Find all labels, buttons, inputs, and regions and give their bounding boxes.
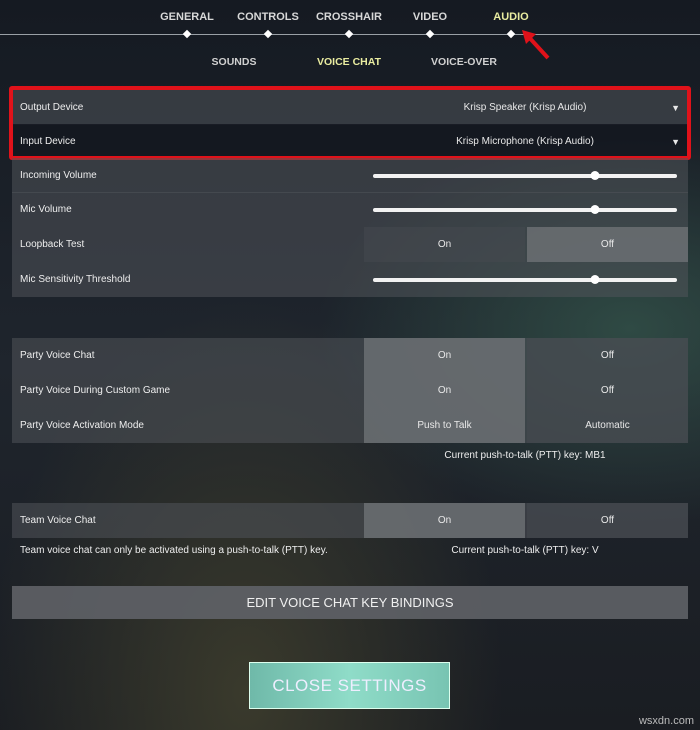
party-voice-chat-row: Party Voice Chat On Off <box>12 338 688 373</box>
automatic-button[interactable]: Automatic <box>527 408 688 443</box>
team-ptt-note: Current push-to-talk (PTT) key: V <box>451 545 599 556</box>
tab-marker <box>344 29 354 39</box>
party-custom-on-button[interactable]: On <box>364 373 525 408</box>
team-voice-note: Team voice chat can only be activated us… <box>20 545 328 556</box>
close-settings-button[interactable]: CLOSE SETTINGS <box>249 662 450 709</box>
tab-marker <box>425 29 435 39</box>
party-voice-off-button[interactable]: Off <box>527 338 688 373</box>
loopback-on-button[interactable]: On <box>364 227 525 262</box>
loopback-off-button[interactable]: Off <box>527 227 688 262</box>
mic-volume-slider[interactable] <box>373 204 677 214</box>
push-to-talk-button[interactable]: Push to Talk <box>364 408 525 443</box>
subtab-sounds[interactable]: SOUNDS <box>212 56 257 68</box>
team-voice-chat-row: Team Voice Chat On Off <box>12 503 688 538</box>
tab-controls[interactable]: CONTROLS <box>237 11 299 23</box>
incoming-volume-row: Incoming Volume <box>12 158 688 193</box>
party-voice-on-button[interactable]: On <box>364 338 525 373</box>
tab-video[interactable]: VIDEO <box>413 11 447 23</box>
incoming-volume-slider[interactable] <box>373 170 677 180</box>
tab-marker <box>182 29 192 39</box>
party-custom-off-button[interactable]: Off <box>527 373 688 408</box>
party-ptt-note: Current push-to-talk (PTT) key: MB1 <box>444 450 606 461</box>
loopback-row: Loopback Test On Off <box>12 227 688 262</box>
party-activation-label: Party Voice Activation Mode <box>20 420 144 431</box>
slider-thumb[interactable] <box>590 274 600 284</box>
subtab-voice-chat[interactable]: VOICE CHAT <box>317 56 381 68</box>
party-custom-game-label: Party Voice During Custom Game <box>20 385 171 396</box>
party-custom-game-row: Party Voice During Custom Game On Off <box>12 373 688 408</box>
team-voice-on-button[interactable]: On <box>364 503 525 538</box>
incoming-volume-label: Incoming Volume <box>20 170 97 181</box>
party-voice-chat-label: Party Voice Chat <box>20 350 95 361</box>
watermark: wsxdn.com <box>638 715 694 727</box>
highlight-box <box>9 86 691 160</box>
tab-general[interactable]: GENERAL <box>160 11 214 23</box>
mic-volume-label: Mic Volume <box>20 204 72 215</box>
tab-crosshair[interactable]: CROSSHAIR <box>316 11 382 23</box>
mic-volume-row: Mic Volume <box>12 192 688 227</box>
mic-sensitivity-slider[interactable] <box>373 274 677 284</box>
edit-key-bindings-button[interactable]: EDIT VOICE CHAT KEY BINDINGS <box>12 586 688 619</box>
party-activation-row: Party Voice Activation Mode Push to Talk… <box>12 408 688 443</box>
team-voice-off-button[interactable]: Off <box>527 503 688 538</box>
tab-marker <box>506 29 516 39</box>
loopback-label: Loopback Test <box>20 239 85 250</box>
mic-sensitivity-label: Mic Sensitivity Threshold <box>20 274 131 285</box>
subtab-voice-over[interactable]: VOICE-OVER <box>431 56 497 68</box>
team-voice-chat-label: Team Voice Chat <box>20 515 96 526</box>
tab-audio[interactable]: AUDIO <box>493 11 528 23</box>
tab-marker <box>263 29 273 39</box>
slider-thumb[interactable] <box>590 170 600 180</box>
red-arrow-icon <box>522 30 550 60</box>
mic-sensitivity-row: Mic Sensitivity Threshold <box>12 262 688 297</box>
slider-thumb[interactable] <box>590 204 600 214</box>
